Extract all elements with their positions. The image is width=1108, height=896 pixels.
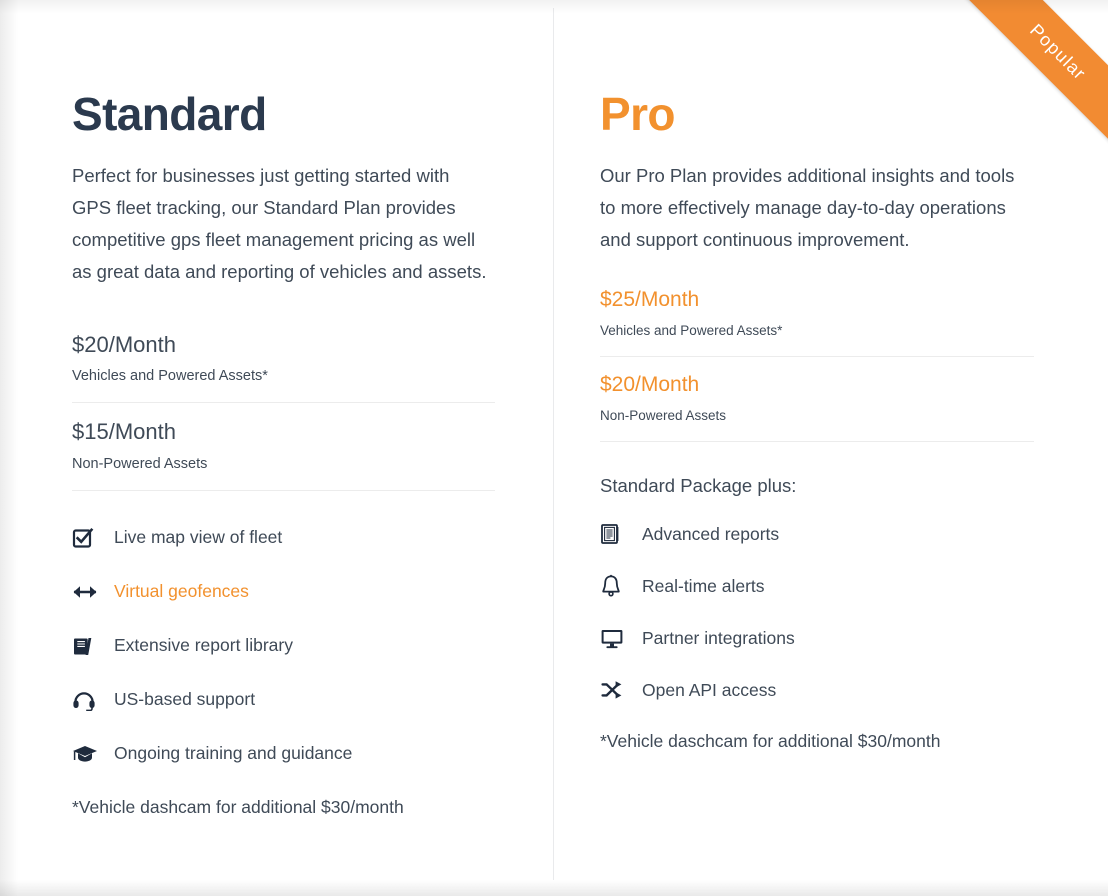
price-row: $15/Month Non-Powered Assets: [72, 417, 495, 491]
pricing-comparison-card: Standard Perfect for businesses just get…: [0, 0, 1108, 896]
list-item: Real-time alerts: [600, 573, 1034, 599]
plan-column-pro: Pro Our Pro Plan provides additional ins…: [553, 8, 1092, 880]
card-bottom-shadow: [0, 880, 1108, 896]
clipboard-report-icon: [600, 521, 634, 547]
feature-label: US-based support: [114, 689, 256, 710]
list-item: Advanced reports: [600, 521, 1034, 547]
feature-list-pro: Advanced reports Real-time alerts Partne…: [600, 521, 1034, 703]
plan-subhead-pro: Standard Package plus:: [600, 474, 797, 496]
bell-icon: [600, 573, 634, 599]
plan-footnote-standard: *Vehicle dashcam for additional $30/mont…: [72, 796, 404, 817]
graduation-cap-icon: [72, 741, 106, 767]
price-list-standard: $20/Month Vehicles and Powered Assets* $…: [72, 330, 495, 491]
feature-list-standard: Live map view of fleet Virtual geofences: [72, 525, 495, 767]
list-item: Live map view of fleet: [72, 525, 495, 551]
list-item: US-based support: [72, 687, 495, 713]
headset-icon: [72, 687, 106, 713]
plan-description-pro: Our Pro Plan provides additional insight…: [600, 165, 1015, 250]
left-right-arrow-icon: [72, 579, 106, 605]
plan-title-standard: Standard: [72, 88, 267, 140]
plan-title-pro: Pro: [600, 88, 675, 140]
list-item: Extensive report library: [72, 633, 495, 659]
feature-label: Real-time alerts: [642, 575, 765, 596]
book-icon: [72, 633, 106, 659]
price-row: $20/Month Non-Powered Assets: [600, 371, 1034, 442]
list-item: Virtual geofences: [72, 579, 495, 605]
list-item: Partner integrations: [600, 625, 1034, 651]
price-amount: $20/Month: [600, 372, 700, 396]
feature-label: Extensive report library: [114, 635, 293, 656]
price-label: Vehicles and Powered Assets*: [600, 323, 783, 339]
price-row: $20/Month Vehicles and Powered Assets*: [72, 330, 495, 404]
price-label: Non-Powered Assets: [72, 455, 208, 472]
feature-label: Partner integrations: [642, 627, 795, 648]
plan-columns: Standard Perfect for businesses just get…: [16, 8, 1092, 880]
list-item: Open API access: [600, 677, 1034, 703]
price-amount: $15/Month: [72, 419, 176, 445]
price-amount: $20/Month: [72, 331, 176, 357]
plan-description-standard: Perfect for businesses just getting star…: [72, 165, 487, 282]
shuffle-arrows-icon: [600, 677, 634, 703]
price-list-pro: $25/Month Vehicles and Powered Assets* $…: [600, 286, 1034, 442]
feature-label: Virtual geofences: [114, 581, 249, 602]
feature-label: Advanced reports: [642, 523, 780, 544]
price-row: $25/Month Vehicles and Powered Assets*: [600, 286, 1034, 357]
price-amount: $25/Month: [600, 287, 700, 311]
plan-footnote-pro: *Vehicle daschcam for additional $30/mon…: [600, 731, 941, 752]
monitor-icon: [600, 625, 634, 651]
feature-label: Ongoing training and guidance: [114, 743, 353, 764]
price-label: Vehicles and Powered Assets*: [72, 368, 268, 385]
list-item: Ongoing training and guidance: [72, 741, 495, 767]
feature-label: Open API access: [642, 679, 777, 700]
price-label: Non-Powered Assets: [600, 407, 727, 423]
plan-column-standard: Standard Perfect for businesses just get…: [16, 8, 553, 880]
checkbox-checked-icon: [72, 525, 106, 551]
feature-label: Live map view of fleet: [114, 527, 283, 548]
